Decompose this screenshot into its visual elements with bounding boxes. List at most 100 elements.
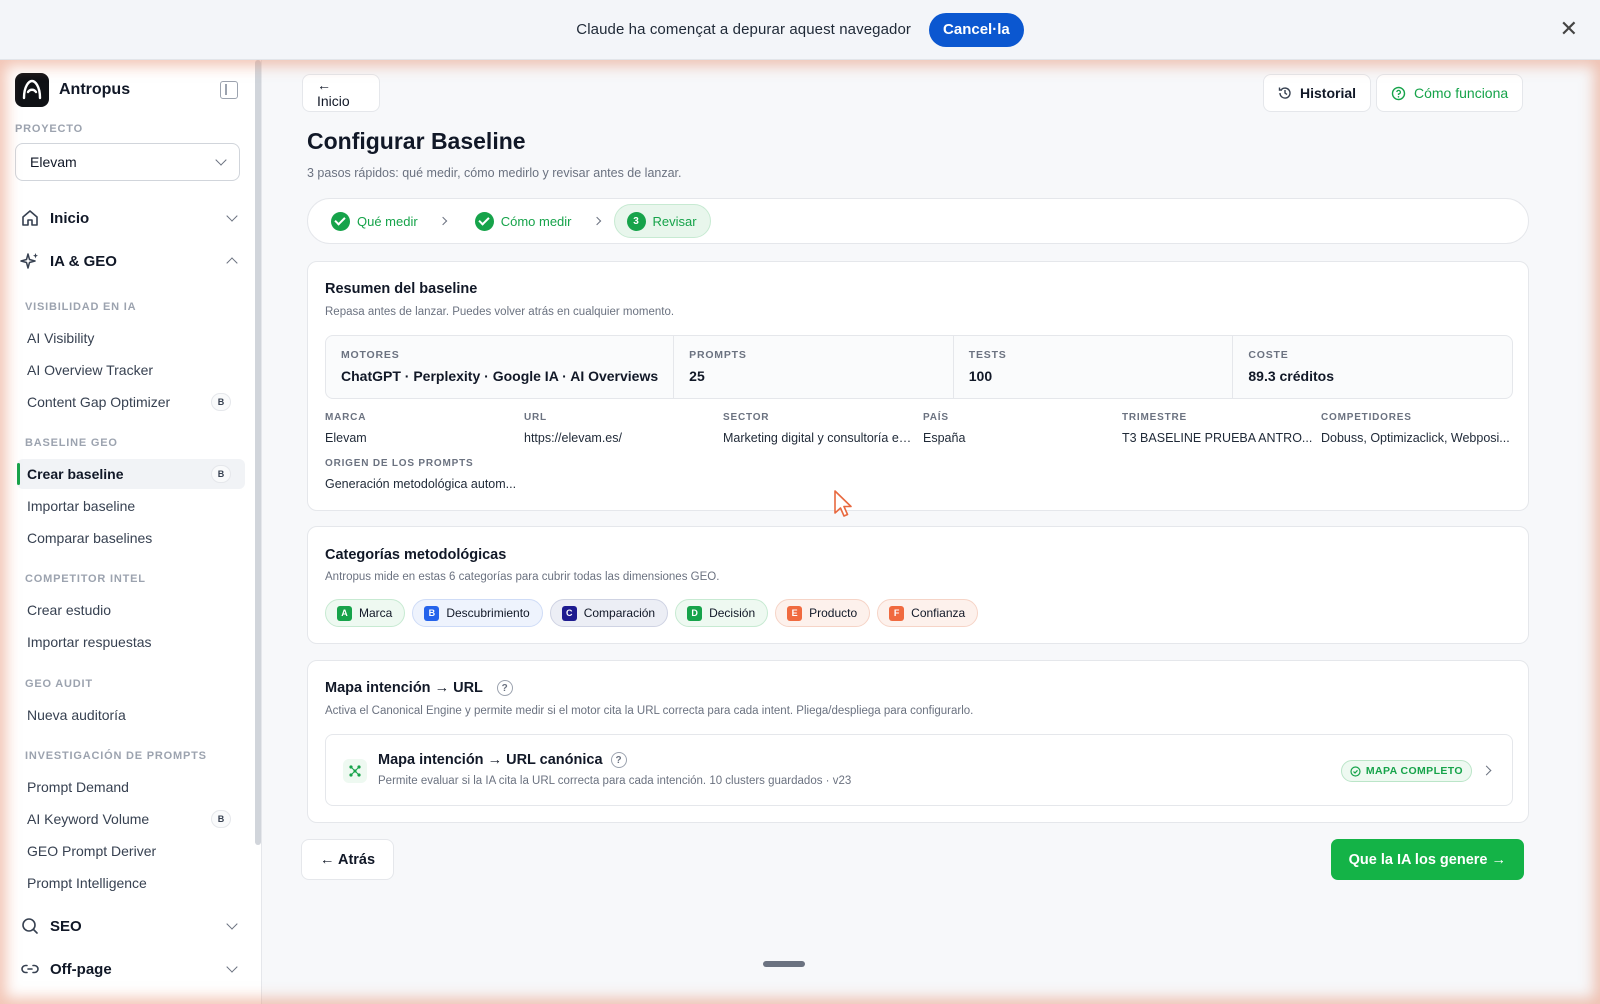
categories-subtitle: Antropus mide en estas 6 categorías para… [325, 571, 720, 583]
nav-inicio[interactable]: Inicio [20, 204, 238, 232]
mouse-cursor-icon [834, 490, 852, 517]
step-revisar[interactable]: 3 Revisar [613, 204, 711, 238]
project-select[interactable]: Elevam [15, 143, 240, 181]
back-button[interactable]: ← Atrás [301, 839, 395, 880]
check-icon [331, 211, 350, 231]
meta-key: URL [524, 412, 547, 423]
help-circle-icon [1391, 86, 1406, 100]
sparkles-icon [20, 253, 38, 269]
help-icon[interactable]: ? [610, 752, 627, 769]
meta-value: Elevam [325, 431, 367, 445]
sidebar-item-label: Importar respuestas [27, 634, 152, 650]
summary-title: Resumen del baseline [325, 281, 478, 297]
sidebar-item-label: AI Visibility [27, 330, 95, 346]
meta-key: SECTOR [723, 412, 770, 423]
chip-descubrimiento[interactable]: B Descubrimiento [412, 599, 543, 627]
sidebar-item-prompt-demand[interactable]: Prompt Demand [17, 772, 245, 802]
sidebar-item-content-gap-optimizer[interactable]: Content Gap Optimizer B [17, 387, 245, 417]
stat-motores: MOTORES ChatGPT · Perplexity · Google IA… [326, 336, 673, 398]
stat-value: ChatGPT · Perplexity · Google IA · AI Ov… [341, 368, 659, 384]
section-label: INVESTIGACIÓN DE PROMPTS [25, 750, 207, 762]
beta-badge: B [211, 393, 231, 411]
check-icon [474, 211, 494, 231]
sidebar-item-nueva-auditoria[interactable]: Nueva auditoría [17, 700, 245, 730]
chevron-up-icon [226, 257, 238, 269]
nav-off-page[interactable]: Off-page [20, 955, 238, 983]
chip-decision[interactable]: D Decisión [675, 599, 769, 627]
status-badge: MAPA COMPLETO [1340, 760, 1472, 782]
page-subtitle: 3 pasos rápidos: qué medir, cómo medirlo… [307, 166, 682, 180]
sidebar-item-ai-overview-tracker[interactable]: AI Overview Tracker [17, 355, 245, 385]
meta-value: https://elevam.es/ [524, 431, 622, 445]
history-icon [1278, 87, 1291, 99]
sidebar-item-importar-respuestas[interactable]: Importar respuestas [17, 627, 245, 657]
chip-comparacion[interactable]: C Comparación [549, 599, 669, 627]
meta-url: URL https://elevam.es/ [524, 412, 716, 445]
history-button[interactable]: Historial [1263, 74, 1372, 112]
meta-value: España [923, 431, 966, 445]
chip-producto[interactable]: E Producto [775, 599, 871, 627]
step-que-medir[interactable]: Qué medir [316, 204, 430, 238]
intent-map-item-title-text: Mapa intención → URL canónica [378, 752, 603, 768]
nav-seo[interactable]: SEO [20, 912, 238, 940]
nav-off-page-label: Off-page [50, 960, 112, 978]
intent-map-item-subtitle: Permite evaluar si la IA cita la URL cor… [378, 775, 852, 787]
how-it-works-button[interactable]: Cómo funciona [1376, 74, 1524, 112]
logo-icon [15, 73, 49, 107]
sidebar-collapse-icon[interactable] [220, 81, 238, 99]
chip-confianza[interactable]: F Confianza [877, 599, 979, 627]
meta-value: Marketing digital y consultoría es... [723, 431, 915, 445]
stat-key: COSTE [1248, 349, 1289, 361]
meta-key: COMPETIDORES [1321, 412, 1412, 423]
cancel-debug-button[interactable]: Cancel·la [929, 12, 1024, 47]
close-icon[interactable]: ✕ [1560, 18, 1578, 40]
category-chips: A Marca B Descubrimiento C Comparación D… [325, 599, 979, 627]
sidebar-item-crear-estudio[interactable]: Crear estudio [17, 595, 245, 625]
sidebar-item-label: Content Gap Optimizer [27, 394, 171, 410]
intent-map-card: Mapa intención → URL ? Activa el Canonic… [307, 660, 1529, 823]
section-label: BASELINE GEO [25, 437, 118, 449]
sidebar-item-prompt-intelligence[interactable]: Prompt Intelligence [17, 868, 245, 898]
network-icon [343, 759, 367, 783]
back-to-inicio-button[interactable]: ← Inicio [302, 74, 380, 112]
stat-value: 89.3 créditos [1248, 368, 1334, 384]
sidebar-item-ai-keyword-volume[interactable]: AI Keyword Volume B [17, 804, 245, 834]
meta-value: Dobuss, Optimizaclick, Webposi... [1321, 431, 1510, 445]
intent-map-title-text: Mapa intención → URL [325, 680, 483, 696]
help-icon[interactable]: ? [496, 680, 513, 697]
sidebar-item-geo-prompt-deriver[interactable]: GEO Prompt Deriver [17, 836, 245, 866]
sidebar-item-comparar-baselines[interactable]: Comparar baselines [17, 523, 245, 553]
stat-value: 100 [968, 368, 993, 384]
stat-tests: TESTS 100 [952, 336, 1233, 398]
summary-card: Resumen del baseline Repasa antes de lan… [307, 261, 1529, 511]
sidebar-item-label: Prompt Intelligence [27, 875, 147, 891]
generate-with-ai-button[interactable]: Que la IA los genere → [1330, 839, 1524, 880]
chip-letter: C [561, 605, 577, 621]
back-to-inicio-label: ← Inicio [317, 77, 350, 109]
meta-value: Generación metodológica autom... [325, 477, 517, 491]
sidebar-scrollbar[interactable] [255, 60, 261, 845]
meta-key: MARCA [325, 412, 367, 423]
chip-letter: E [787, 605, 803, 621]
nav-ia-geo[interactable]: IA & GEO [20, 247, 238, 275]
summary-subtitle: Repasa antes de lanzar. Puedes volver at… [325, 306, 675, 318]
chevron-right-icon [1481, 765, 1492, 776]
chip-label: Comparación [583, 606, 656, 620]
sidebar-item-importar-baseline[interactable]: Importar baseline [17, 491, 245, 521]
sidebar-item-label: GEO Prompt Deriver [27, 843, 157, 859]
chevron-down-icon [215, 154, 227, 166]
step-como-medir[interactable]: Cómo medir [460, 204, 584, 238]
history-label: Historial [1300, 85, 1357, 101]
chip-marca[interactable]: A Marca [325, 599, 406, 627]
sidebar-item-crear-baseline[interactable]: Crear baseline B [17, 459, 245, 489]
step-label: Revisar [652, 213, 697, 229]
sidebar-item-label: AI Overview Tracker [27, 362, 154, 378]
brand[interactable]: Antropus [15, 73, 130, 107]
search-icon [22, 918, 38, 934]
sidebar-item-label: Comparar baselines [27, 530, 153, 546]
sidebar-item-ai-visibility[interactable]: AI Visibility [17, 323, 245, 353]
scroll-handle[interactable] [763, 961, 805, 967]
chevron-right-icon [438, 216, 447, 226]
status-badge-label: MAPA COMPLETO [1365, 765, 1463, 777]
intent-map-item[interactable]: Mapa intención → URL canónica ? Permite … [325, 734, 1513, 806]
